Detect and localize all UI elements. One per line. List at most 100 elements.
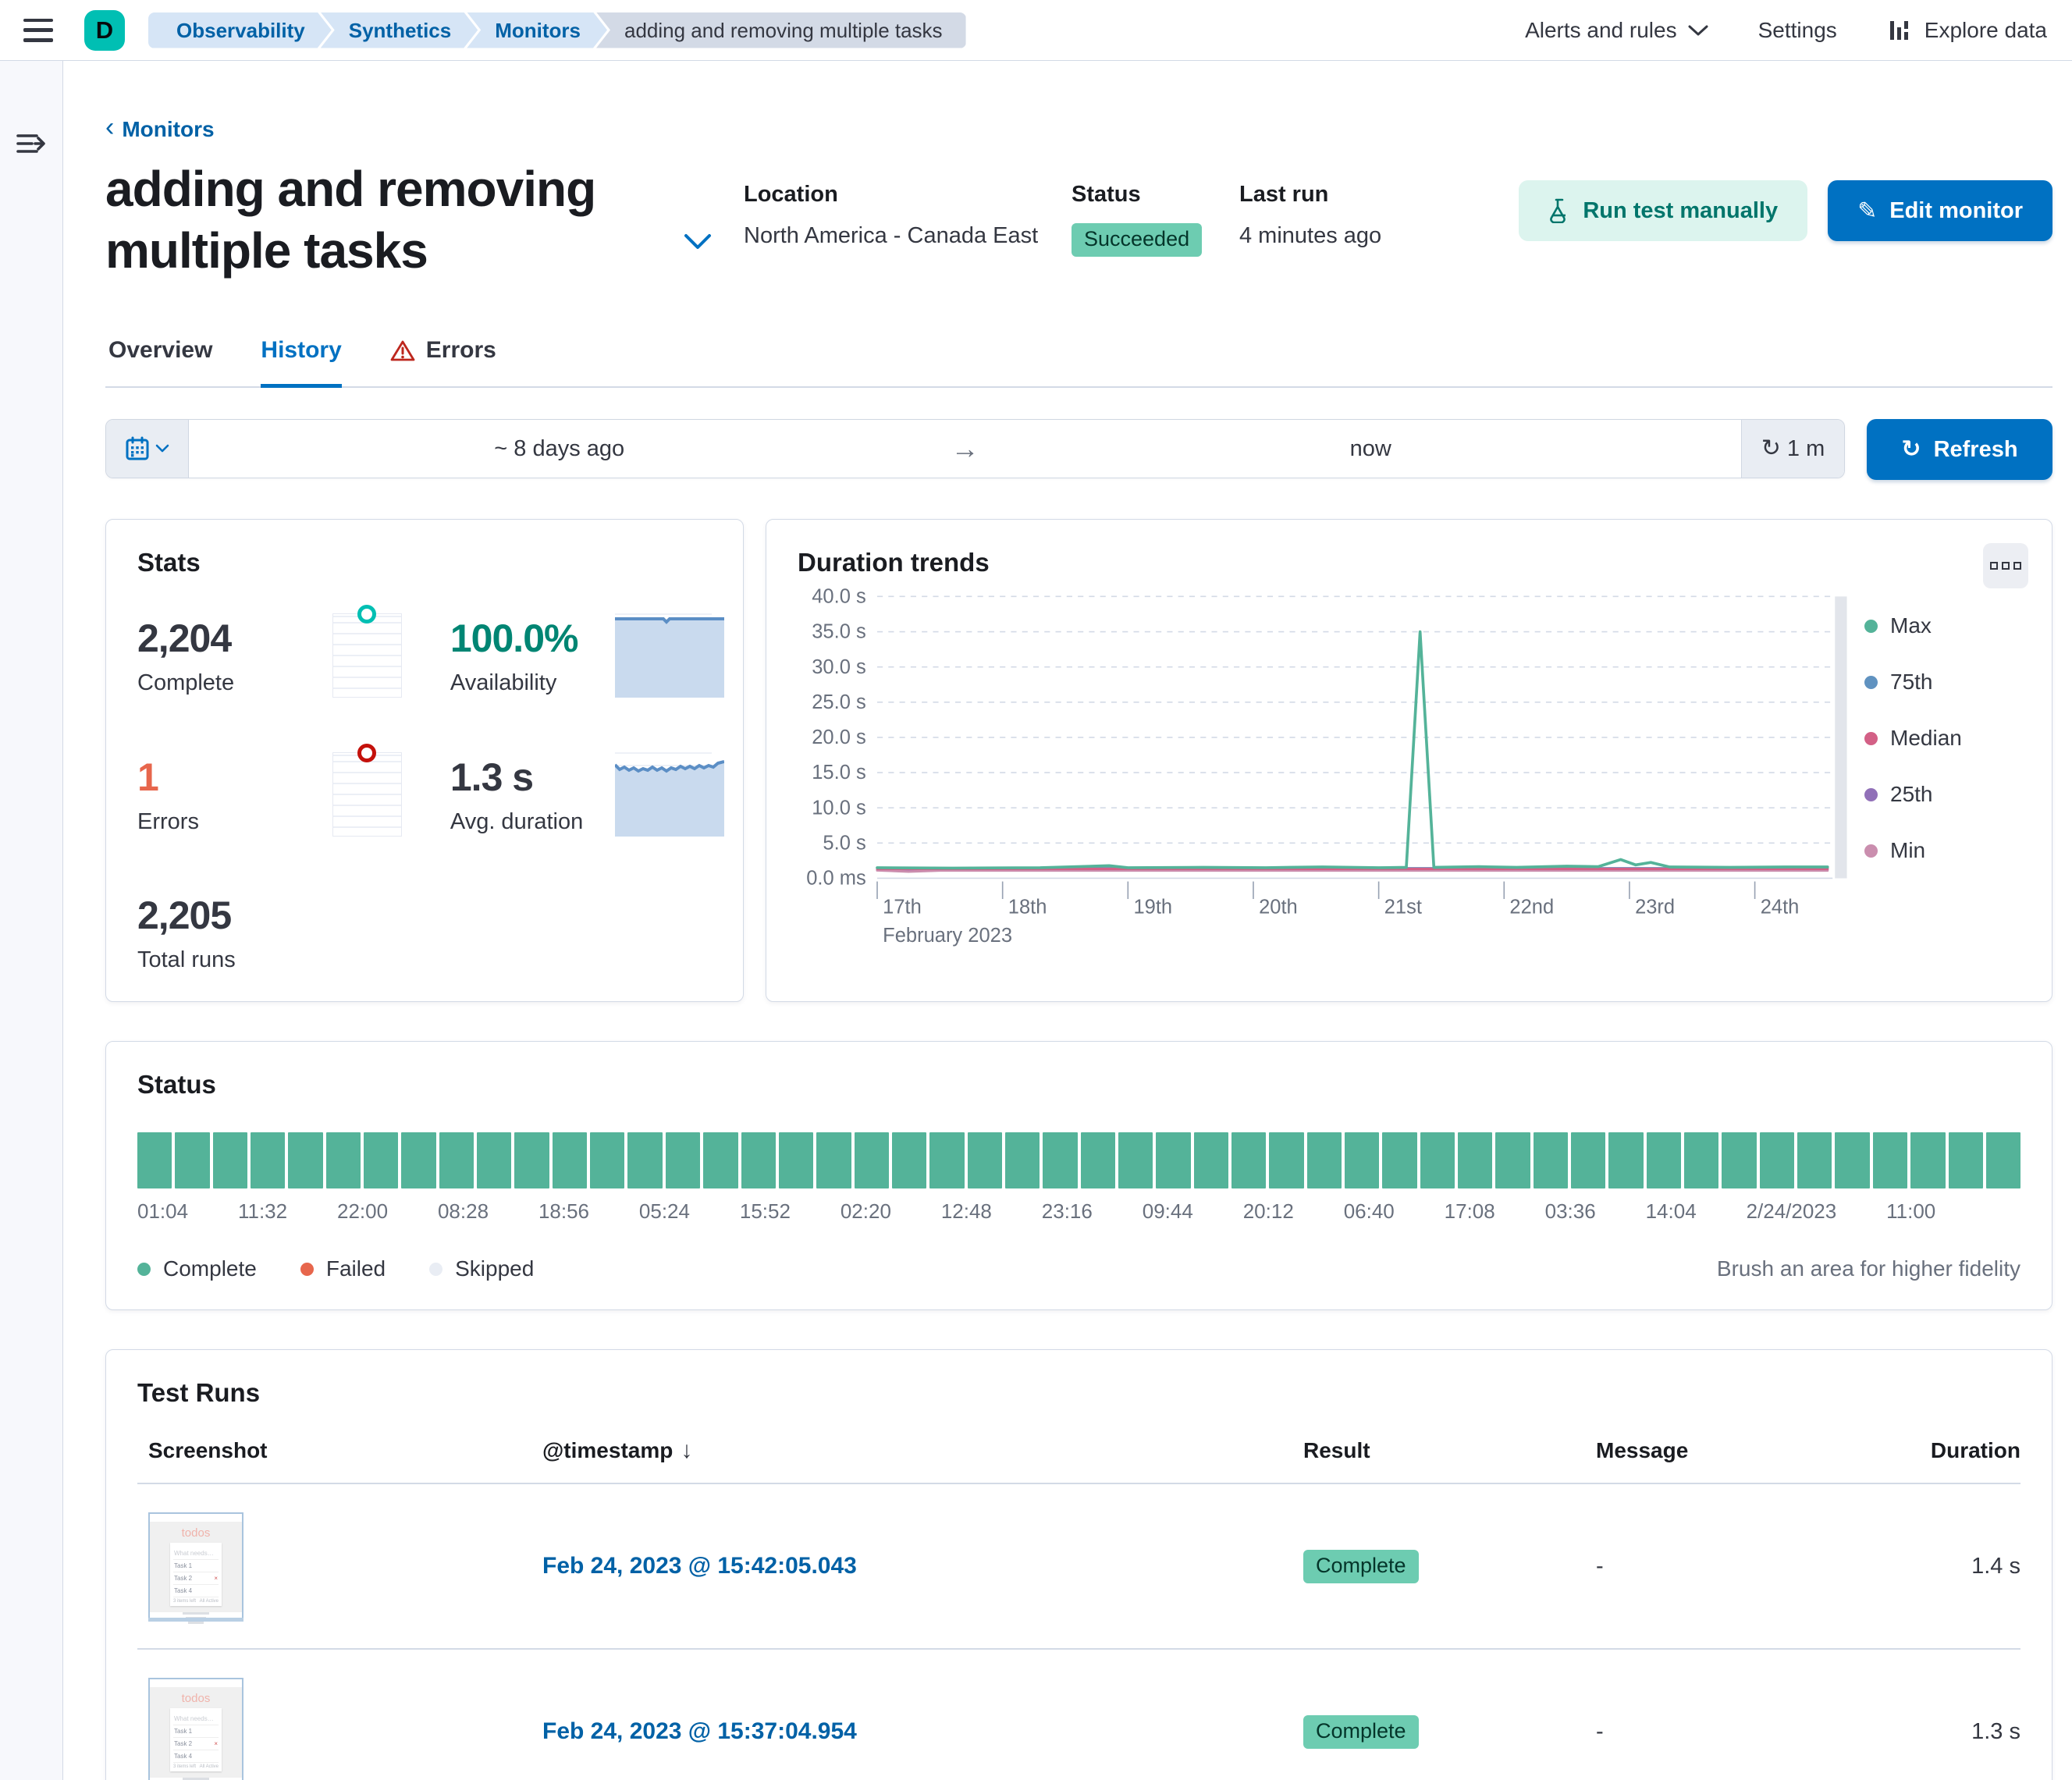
svg-text:19th: 19th [1133,897,1172,918]
explore-data-link[interactable]: Explore data [1887,18,2047,43]
refresh-button[interactable]: ↻ Refresh [1867,419,2052,480]
status-bar[interactable] [1156,1132,1190,1188]
status-bar[interactable] [175,1132,209,1188]
status-bar[interactable] [1043,1132,1077,1188]
status-bar[interactable] [326,1132,361,1188]
tab-errors[interactable]: Errors [390,337,496,388]
warning-icon [390,339,415,362]
status-bar[interactable] [666,1132,700,1188]
legend-item-min[interactable]: Min [1864,838,2020,863]
status-bar[interactable] [251,1132,285,1188]
status-bar[interactable] [1420,1132,1455,1188]
status-bar[interactable] [401,1132,435,1188]
legend-item-25th[interactable]: 25th [1864,782,2020,807]
status-bar[interactable] [1005,1132,1040,1188]
status-bar[interactable] [627,1132,662,1188]
status-bar[interactable] [1722,1132,1756,1188]
status-bar[interactable] [1910,1132,1945,1188]
status-bar[interactable] [892,1132,926,1188]
refresh-icon: ↻ [1901,438,1921,461]
status-bar[interactable] [364,1132,398,1188]
status-bar[interactable] [213,1132,247,1188]
status-bar[interactable] [816,1132,851,1188]
status-bar[interactable] [1495,1132,1530,1188]
status-bar[interactable] [1835,1132,1869,1188]
status-bar[interactable] [1307,1132,1342,1188]
breadcrumb-item[interactable]: Observability [148,12,332,48]
status-bar[interactable] [1571,1132,1605,1188]
status-bar[interactable] [741,1132,776,1188]
status-bar[interactable] [968,1132,1002,1188]
svg-text:21st: 21st [1384,897,1422,918]
test-run-timestamp-link[interactable]: Feb 24, 2023 @ 15:37:04.954 [542,1718,857,1744]
message-cell: - [1596,1554,1857,1579]
expand-sidebar-icon[interactable] [16,131,48,162]
status-bar[interactable] [1194,1132,1228,1188]
status-bar[interactable] [1382,1132,1416,1188]
status-bar[interactable] [1684,1132,1718,1188]
settings-link[interactable]: Settings [1758,18,1837,43]
test-run-timestamp-link[interactable]: Feb 24, 2023 @ 15:42:05.043 [542,1553,857,1579]
svg-text:35.0 s: 35.0 s [812,621,865,643]
legend-item-max[interactable]: Max [1864,613,2020,638]
edit-monitor-button[interactable]: ✎ Edit monitor [1828,180,2052,241]
menu-icon[interactable] [23,19,53,42]
status-panel-title: Status [137,1070,2020,1100]
status-bar[interactable] [1458,1132,1492,1188]
status-bar[interactable] [477,1132,511,1188]
legend-item-75th[interactable]: 75th [1864,670,2020,695]
monitor-select-chevron-icon[interactable] [683,233,713,255]
status-bar[interactable] [855,1132,889,1188]
status-bar-chart[interactable] [137,1132,2020,1188]
status-bar[interactable] [1647,1132,1681,1188]
status-bar[interactable] [439,1132,474,1188]
status-bar[interactable] [1797,1132,1832,1188]
result-badge: Complete [1303,1550,1419,1583]
status-bar[interactable] [137,1132,172,1188]
duration-trends-chart[interactable]: 0.0 ms5.0 s10.0 s15.0 s20.0 s25.0 s30.0 … [798,582,1864,952]
status-bar[interactable] [1949,1132,1983,1188]
space-avatar[interactable]: D [84,10,125,51]
status-bar[interactable] [590,1132,624,1188]
col-timestamp[interactable]: @timestamp↓ [542,1437,1303,1464]
end-date-field[interactable]: now [1000,420,1742,478]
duration-cell: 1.4 s [1971,1554,2020,1579]
status-bar[interactable] [1873,1132,1907,1188]
status-bar[interactable] [1608,1132,1643,1188]
tab-history[interactable]: History [261,337,341,388]
status-bar[interactable] [779,1132,813,1188]
back-to-monitors-link[interactable]: ‹ Monitors [105,115,215,143]
status-bar[interactable] [929,1132,964,1188]
legend-item-median[interactable]: Median [1864,726,2020,751]
run-test-manually-button[interactable]: Run test manually [1519,180,1807,241]
refresh-interval-control[interactable]: ↻ 1 m [1741,420,1844,478]
status-bar[interactable] [703,1132,737,1188]
status-bar[interactable] [1269,1132,1303,1188]
duration-trends-panel: Duration trends 0.0 ms5.0 s10.0 s15.0 s2… [766,519,2052,1002]
duration-cell: 1.3 s [1971,1719,2020,1745]
status-bar[interactable] [288,1132,322,1188]
errors-label: Errors [137,809,332,835]
status-bar[interactable] [1345,1132,1379,1188]
tab-overview[interactable]: Overview [108,337,212,388]
status-bar[interactable] [1081,1132,1115,1188]
status-bar[interactable] [1231,1132,1266,1188]
breadcrumb-item[interactable]: Synthetics [321,12,478,48]
chart-options-icon[interactable] [1983,543,2028,588]
status-bar[interactable] [553,1132,587,1188]
screenshot-thumbnail[interactable]: todos What needs… Task 1 Task 2× Task 4 … [148,1678,243,1780]
col-screenshot: Screenshot [148,1438,542,1463]
screenshot-thumbnail[interactable]: todos What needs… Task 1 Task 2× Task 4 … [148,1512,243,1620]
status-bar[interactable] [514,1132,549,1188]
status-bar[interactable] [1986,1132,2020,1188]
quick-select-menu[interactable] [106,420,189,478]
start-date-field[interactable]: ~ 8 days ago [189,420,930,478]
errors-count: 1 [137,755,332,800]
status-bar[interactable] [1534,1132,1568,1188]
date-range-picker: ~ 8 days ago → now ↻ 1 m [105,419,1845,478]
status-bar[interactable] [1118,1132,1153,1188]
last-run-value: 4 minutes ago [1239,223,1434,249]
status-bar[interactable] [1760,1132,1794,1188]
alerts-and-rules-menu[interactable]: Alerts and rules [1525,18,1708,43]
breadcrumb-item[interactable]: Monitors [467,12,607,48]
